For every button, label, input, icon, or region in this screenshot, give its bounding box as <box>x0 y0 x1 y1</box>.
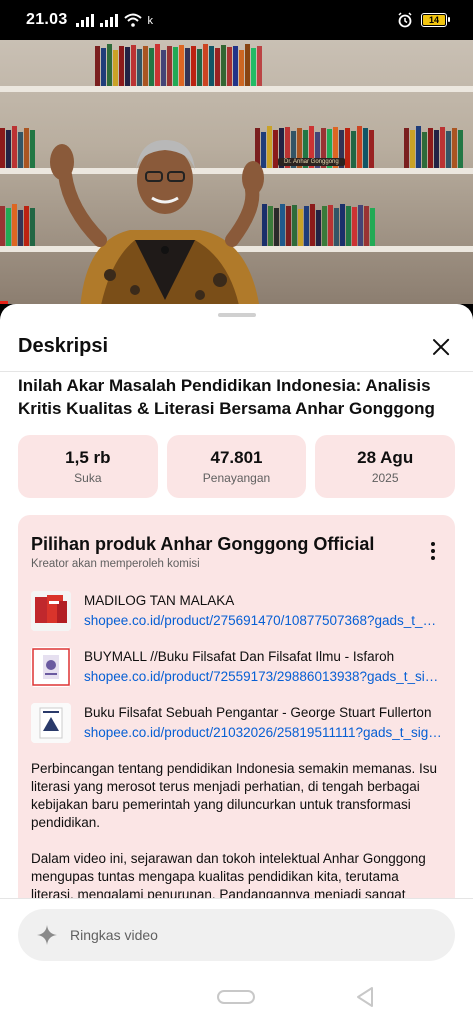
stat-views: 47.801 Penayangan <box>166 435 307 498</box>
signal-icon <box>75 13 94 27</box>
product-section-subtitle: Kreator akan memperoleh komisi <box>31 558 200 570</box>
back-icon[interactable] <box>354 986 376 1008</box>
video-title: Inilah Akar Masalah Pendidikan Indonesia… <box>18 376 435 418</box>
product-name: BUYMALL //Buku Filsafat Dan Filsafat Ilm… <box>84 649 395 664</box>
more-options-icon[interactable] <box>424 541 442 561</box>
product-item[interactable]: MADILOG TAN MALAKA shopee.co.id/product/… <box>31 588 442 634</box>
drag-handle[interactable] <box>218 313 256 317</box>
stat-likes: 1,5 rb Suka <box>18 435 158 498</box>
product-link[interactable]: shopee.co.id/product/21032026/2581951111… <box>84 724 442 742</box>
stat-value: 1,5 rb <box>65 447 111 467</box>
books <box>0 202 36 246</box>
status-bar: 21.03 k 14 <box>0 0 473 40</box>
product-item[interactable]: BUYMALL //Buku Filsafat Dan Filsafat Ilm… <box>31 644 442 690</box>
product-item[interactable]: Buku Filsafat Sebuah Pengantar - George … <box>31 700 442 746</box>
battery-icon: 14 <box>421 13 450 27</box>
stats-row: 1,5 rb Suka 47.801 Penayangan 28 Agu 202… <box>18 435 456 498</box>
books <box>404 124 464 168</box>
books <box>95 42 263 86</box>
status-right-icons: 14 <box>397 12 450 28</box>
status-time: 21.03 <box>26 11 68 28</box>
close-icon[interactable] <box>427 333 455 361</box>
wifi-icon <box>123 13 142 27</box>
stat-value: 47.801 <box>210 447 263 467</box>
sheet-title: Deskripsi <box>18 335 109 357</box>
alarm-icon <box>398 12 412 28</box>
product-section: Pilihan produk Anhar Gonggong Official K… <box>18 515 455 935</box>
video-player[interactable]: Dr. Anhar Gonggong <box>0 40 473 304</box>
stat-label: 2025 <box>371 470 399 485</box>
sparkle-icon <box>37 925 57 945</box>
summarize-video-label: Ringkas video <box>70 927 158 943</box>
stat-label: Suka <box>74 470 102 485</box>
books <box>0 124 36 168</box>
product-name: Buku Filsafat Sebuah Pengantar - George … <box>84 705 432 720</box>
product-thumbnail <box>31 703 71 743</box>
description-paragraph: Perbincangan tentang pendidikan Indonesi… <box>31 761 438 830</box>
network-speed-label: k <box>147 15 154 27</box>
stat-date: 28 Agu 2025 <box>315 435 456 498</box>
description-sheet: Deskripsi Inilah Akar Masalah Pendidikan… <box>0 304 473 1024</box>
sheet-header: Deskripsi <box>0 322 473 372</box>
summarize-video-button[interactable]: Ringkas video <box>18 909 455 961</box>
signal-icon-2 <box>99 13 118 27</box>
stat-label: Penayangan <box>202 470 271 485</box>
product-thumbnail <box>31 591 71 631</box>
product-section-title: Pilihan produk Anhar Gonggong Official <box>31 534 375 554</box>
home-button[interactable] <box>217 990 255 1004</box>
product-list: MADILOG TAN MALAKA shopee.co.id/product/… <box>31 588 442 746</box>
product-link[interactable]: shopee.co.id/product/275691470/108775073… <box>84 612 442 630</box>
speaker-figure <box>50 140 264 304</box>
product-name: MADILOG TAN MALAKA <box>84 593 235 608</box>
status-left-icons: k <box>75 13 154 27</box>
system-nav-bar <box>0 974 473 1024</box>
product-link[interactable]: shopee.co.id/product/72559173/2988601393… <box>84 668 442 686</box>
product-thumbnail <box>31 647 71 687</box>
shelf <box>0 86 473 92</box>
stat-value: 28 Agu <box>357 447 414 467</box>
battery-level: 14 <box>428 15 439 25</box>
product-header: Pilihan produk Anhar Gonggong Official K… <box>31 533 442 570</box>
video-progress-bar[interactable] <box>0 301 8 304</box>
